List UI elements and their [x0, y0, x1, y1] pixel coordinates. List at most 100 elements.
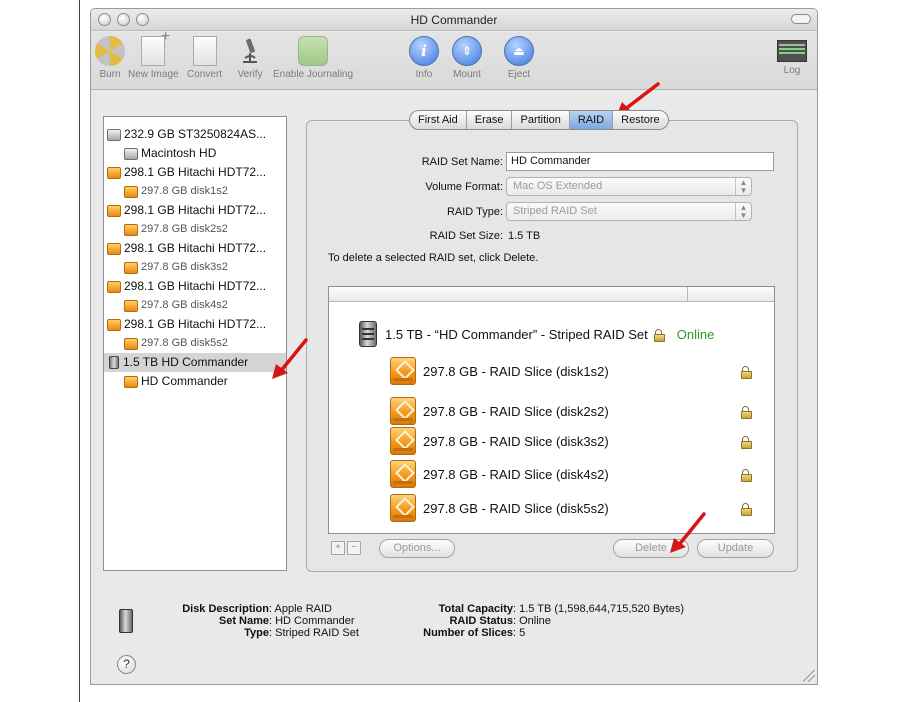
raid-slice-row-1[interactable]: 297.8 GB - RAID Slice (disk1s2): [390, 357, 752, 385]
tab-raid[interactable]: RAID: [569, 111, 614, 129]
disk-info-left: Disk Description: Apple RAID Set Name: H…: [141, 603, 359, 639]
burn-icon: [95, 36, 125, 66]
info-value: : 1.5 TB (1,598,644,715,520 Bytes): [513, 603, 685, 615]
volume-icon: [124, 337, 138, 350]
tab-bar: First Aid Erase Partition RAID Restore: [409, 110, 669, 130]
lock-icon: [741, 502, 752, 516]
raid-slice-row-3[interactable]: 297.8 GB - RAID Slice (disk3s2): [390, 427, 752, 455]
sidebar-item-label: 298.1 GB Hitachi HDT72...: [124, 241, 267, 255]
sidebar-item-raid-set[interactable]: 1.5 TB HD Commander: [104, 353, 286, 372]
toolbar-log-label: Log: [783, 65, 801, 76]
toolbar-enable-journaling[interactable]: Enable Journaling: [273, 36, 353, 80]
toolbar-verify-label: Verify: [237, 69, 263, 80]
disk-utility-window: HD Commander Burn New Image Convert Veri…: [90, 8, 818, 685]
sidebar-item-label: 1.5 TB HD Commander: [123, 355, 249, 369]
info-value: : Apple RAID: [269, 603, 332, 615]
disk-list[interactable]: 232.9 GB ST3250824AS... Macintosh HD 298…: [103, 116, 287, 571]
help-button[interactable]: ?: [117, 655, 136, 674]
sidebar-item-hd-commander[interactable]: HD Commander: [104, 372, 286, 391]
volume-icon: [124, 261, 138, 274]
info-value: : Online: [513, 615, 551, 627]
toolbar-burn[interactable]: Burn: [95, 36, 125, 80]
raid-slice-row-4[interactable]: 297.8 GB - RAID Slice (disk4s2): [390, 460, 752, 488]
toolbar-log[interactable]: Log: [777, 36, 807, 76]
close-button[interactable]: [98, 13, 111, 26]
sidebar-item-disk3s2[interactable]: 297.8 GB disk3s2: [104, 258, 286, 277]
add-button[interactable]: +: [331, 541, 345, 555]
raid-type-value: Striped RAID Set: [513, 205, 597, 217]
sidebar-item-label: 297.8 GB disk2s2: [141, 223, 228, 235]
minimize-button[interactable]: [117, 13, 130, 26]
raid-type-popup[interactable]: Striped RAID Set ▲ ▼: [506, 202, 752, 221]
sidebar-item-label: 297.8 GB disk5s2: [141, 337, 228, 349]
sidebar-item-hitachi-2[interactable]: 298.1 GB Hitachi HDT72...: [104, 201, 286, 220]
raid-set-name-field[interactable]: HD Commander: [506, 152, 774, 171]
toolbar-mount-label: Mount: [453, 69, 481, 80]
remove-button[interactable]: −: [347, 541, 361, 555]
raid-set-name-label: RAID Set Name:: [421, 156, 503, 168]
resize-grip-icon[interactable]: [803, 670, 815, 682]
toolbar-verify[interactable]: Verify: [235, 36, 265, 80]
info-set-name: Set Name: HD Commander: [141, 615, 359, 627]
tab-partition[interactable]: Partition: [512, 111, 570, 129]
sidebar-item-hitachi-3[interactable]: 298.1 GB Hitachi HDT72...: [104, 239, 286, 258]
raid-set-row[interactable]: 1.5 TB - “HD Commander” - Striped RAID S…: [359, 321, 714, 347]
toolbar-enable-journaling-label: Enable Journaling: [273, 69, 354, 80]
updown-arrows-icon: ▲ ▼: [735, 203, 751, 220]
update-button[interactable]: Update: [697, 539, 774, 558]
volume-icon: [124, 223, 138, 236]
sidebar-item-hitachi-4[interactable]: 298.1 GB Hitachi HDT72...: [104, 277, 286, 296]
disk-info-right: Total Capacity: 1.5 TB (1,598,644,715,52…: [391, 603, 684, 639]
raid-disk-icon: [119, 609, 133, 633]
sidebar-item-label: HD Commander: [141, 374, 228, 388]
tab-erase[interactable]: Erase: [467, 111, 513, 129]
toolbar-eject[interactable]: ⏏ Eject: [504, 36, 534, 80]
raid-members-list[interactable]: 1.5 TB - “HD Commander” - Striped RAID S…: [328, 286, 775, 534]
microscope-icon: [243, 38, 257, 63]
toolbar-convert[interactable]: Convert: [187, 36, 222, 80]
options-button[interactable]: Options...: [379, 539, 455, 558]
tab-first-aid[interactable]: First Aid: [410, 111, 467, 129]
volume-format-label: Volume Format:: [425, 181, 503, 193]
volume-icon: [124, 375, 138, 388]
annotation-arrow-raid-set: [272, 338, 308, 379]
journaling-icon: [298, 36, 329, 66]
toolbar-eject-label: Eject: [507, 69, 531, 80]
volume-format-popup[interactable]: Mac OS Extended ▲ ▼: [506, 177, 752, 196]
zoom-button[interactable]: [136, 13, 149, 26]
toolbar: Burn New Image Convert Verify Enable Jou…: [91, 28, 817, 90]
sidebar-item-hitachi-5[interactable]: 298.1 GB Hitachi HDT72...: [104, 315, 286, 334]
toolbar-toggle-button[interactable]: [791, 14, 811, 24]
volume-format-value: Mac OS Extended: [513, 180, 603, 192]
info-total-capacity: Total Capacity: 1.5 TB (1,598,644,715,52…: [391, 603, 684, 615]
sidebar-item-hitachi-1[interactable]: 298.1 GB Hitachi HDT72...: [104, 163, 286, 182]
sidebar-item-disk-st3250[interactable]: 232.9 GB ST3250824AS...: [104, 125, 286, 144]
slice-disk-icon: [390, 494, 416, 522]
raid-set-status: Online: [676, 326, 715, 342]
toolbar-mount[interactable]: ⇕ Mount: [452, 36, 482, 80]
toolbar-new-image[interactable]: New Image: [128, 28, 179, 80]
sidebar-item-disk4s2[interactable]: 297.8 GB disk4s2: [104, 296, 286, 315]
slice-disk-icon: [390, 460, 416, 488]
raid-slice-row-5[interactable]: 297.8 GB - RAID Slice (disk5s2): [390, 494, 752, 522]
sidebar-item-label: Macintosh HD: [141, 146, 217, 160]
toolbar-info[interactable]: i Info: [409, 36, 439, 80]
title-bar[interactable]: HD Commander: [91, 9, 817, 31]
disk-icon: [107, 242, 121, 255]
volume-icon: [124, 185, 138, 198]
raid-slice-row-2[interactable]: 297.8 GB - RAID Slice (disk2s2): [390, 397, 752, 425]
sidebar-item-disk2s2[interactable]: 297.8 GB disk2s2: [104, 220, 286, 239]
sidebar-item-macintosh-hd[interactable]: Macintosh HD: [104, 144, 286, 163]
info-icon: i: [409, 36, 439, 66]
updown-arrows-icon: ▲ ▼: [735, 178, 751, 195]
info-raid-status: RAID Status: Online: [391, 615, 684, 627]
raid-slice-label: 297.8 GB - RAID Slice (disk3s2): [423, 433, 609, 449]
sidebar-item-disk5s2[interactable]: 297.8 GB disk5s2: [104, 334, 286, 353]
tab-restore[interactable]: Restore: [613, 111, 668, 129]
info-key: Disk Description: [182, 603, 269, 615]
log-icon: [777, 40, 807, 62]
raid-slice-label: 297.8 GB - RAID Slice (disk5s2): [423, 500, 609, 516]
sidebar-item-disk1s2[interactable]: 297.8 GB disk1s2: [104, 182, 286, 201]
window-controls: [98, 13, 149, 26]
info-value: : Striped RAID Set: [269, 627, 359, 639]
